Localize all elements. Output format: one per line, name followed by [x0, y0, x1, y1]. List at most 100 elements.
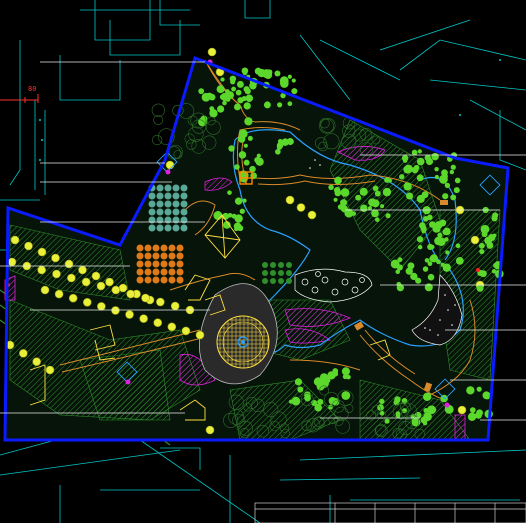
tree-symbol-icon: [180, 224, 188, 232]
tree-symbol-icon: [416, 194, 425, 203]
tree-symbol-icon: [416, 174, 424, 182]
tree-symbol-icon: [422, 227, 427, 232]
tree-symbol-icon: [144, 244, 152, 252]
tree-symbol-icon: [24, 241, 33, 251]
tree-symbol-icon: [242, 70, 248, 76]
tree-symbol-icon: [482, 391, 491, 400]
tree-symbol-icon: [263, 101, 271, 109]
tree-symbol-icon: [156, 208, 164, 216]
tree-symbol-icon: [164, 200, 172, 208]
tree-symbol-icon: [346, 374, 351, 380]
tree-symbol-icon: [278, 278, 284, 284]
tree-symbol-icon: [52, 269, 61, 279]
tree-symbol-icon: [369, 201, 374, 206]
tree-symbol-icon: [405, 267, 413, 275]
tree-symbol-icon: [287, 74, 292, 79]
tree-symbol-icon: [206, 92, 213, 100]
tree-symbol-icon: [332, 371, 339, 377]
tree-symbol-icon: [404, 164, 413, 174]
tree-symbol-icon: [334, 176, 342, 185]
tree-symbol-icon: [270, 278, 276, 284]
tree-symbol-icon: [479, 248, 485, 255]
tree-symbol-icon: [379, 398, 385, 405]
landscape-site-plan: [0, 0, 526, 523]
tree-symbol-icon: [291, 88, 298, 95]
tree-symbol-icon: [422, 392, 432, 402]
tree-symbol-icon: [476, 409, 483, 417]
tree-symbol-icon: [152, 252, 160, 260]
tree-symbol-icon: [164, 208, 172, 216]
tree-symbol-icon: [160, 244, 168, 252]
tree-symbol-icon: [243, 102, 251, 110]
tree-symbol-icon: [455, 243, 461, 249]
tree-symbol-icon: [385, 213, 391, 219]
tree-symbol-icon: [238, 151, 247, 159]
tree-symbol-icon: [151, 134, 163, 146]
tree-symbol-icon: [422, 216, 429, 222]
tree-symbol-icon: [277, 139, 283, 144]
tree-symbol-icon: [429, 254, 438, 263]
tree-symbol-icon: [152, 276, 160, 284]
tree-symbol-icon: [105, 277, 114, 287]
tree-symbol-icon: [230, 79, 236, 85]
tree-symbol-icon: [286, 270, 292, 276]
tree-symbol-icon: [165, 160, 175, 170]
tree-symbol-icon: [406, 192, 414, 200]
tree-symbol-icon: [37, 247, 47, 257]
tree-symbol-icon: [420, 416, 428, 424]
tree-symbol-icon: [156, 224, 164, 232]
tree-symbol-icon: [160, 276, 168, 284]
tree-symbol-icon: [304, 391, 311, 399]
tree-symbol-icon: [111, 285, 121, 295]
tree-symbol-icon: [341, 367, 350, 376]
tree-symbol-icon: [274, 70, 281, 77]
tree-symbol-icon: [67, 273, 76, 283]
tree-symbol-icon: [434, 166, 439, 172]
tree-symbol-icon: [307, 210, 317, 220]
tree-symbol-icon: [237, 97, 244, 104]
tree-symbol-icon: [328, 184, 334, 191]
tree-symbol-icon: [118, 283, 128, 293]
tree-symbol-icon: [291, 78, 296, 83]
tree-symbol-icon: [164, 216, 172, 224]
tree-symbol-icon: [296, 203, 306, 212]
tree-symbol-icon: [176, 252, 184, 260]
scale-marker: [0, 94, 39, 103]
tree-symbol-icon: [40, 285, 50, 295]
tree-symbol-icon: [176, 260, 184, 268]
tree-symbol-icon: [176, 244, 184, 252]
tree-symbol-icon: [156, 192, 164, 200]
tree-symbol-icon: [245, 94, 254, 103]
tree-symbol-icon: [417, 149, 422, 154]
tree-symbol-icon: [228, 145, 235, 152]
tree-symbol-icon: [198, 88, 205, 95]
tree-symbol-icon: [156, 200, 164, 208]
tree-symbol-icon: [488, 234, 496, 242]
tree-symbol-icon: [141, 293, 150, 303]
tree-symbol-icon: [286, 278, 292, 284]
tree-symbol-icon: [148, 200, 156, 208]
tree-symbol-icon: [355, 194, 362, 201]
tree-symbol-icon: [424, 283, 433, 292]
tree-symbol-icon: [455, 257, 464, 265]
tree-symbol-icon: [234, 197, 243, 205]
tree-symbol-icon: [136, 260, 144, 268]
tree-symbol-icon: [78, 265, 87, 275]
tree-symbol-icon: [176, 268, 184, 276]
tree-symbol-icon: [164, 184, 172, 192]
tree-symbol-icon: [262, 278, 268, 284]
tree-symbol-icon: [341, 391, 351, 400]
tree-symbol-icon: [180, 208, 188, 216]
tree-symbol-icon: [172, 184, 180, 192]
tree-symbol-icon: [380, 204, 385, 209]
tree-symbol-icon: [172, 208, 180, 216]
tree-symbol-icon: [168, 244, 176, 252]
tree-symbol-icon: [442, 193, 449, 200]
tree-symbol-icon: [234, 164, 240, 170]
tree-symbol-icon: [180, 192, 188, 200]
tree-symbol-icon: [222, 100, 227, 106]
tree-symbol-icon: [384, 418, 390, 424]
tree-symbol-icon: [139, 314, 148, 323]
tree-symbol-icon: [152, 260, 160, 268]
tree-symbol-icon: [441, 173, 448, 180]
